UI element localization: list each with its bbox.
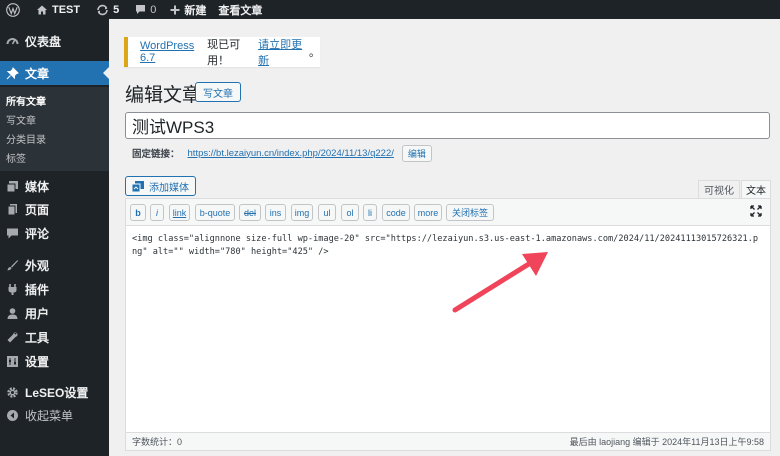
add-media-button[interactable]: 添加媒体 xyxy=(125,176,196,196)
quicktag-link-button[interactable]: link xyxy=(169,204,190,221)
menu-appearance[interactable]: 外观 xyxy=(0,253,109,277)
menu-plugins[interactable]: 插件 xyxy=(0,277,109,301)
media-icon xyxy=(6,180,18,192)
quicktag-blockquote-button[interactable]: b-quote xyxy=(195,204,235,221)
paintbrush-icon xyxy=(7,259,18,270)
wordpress-version-link[interactable]: WordPress 6.7 xyxy=(140,40,207,64)
media-upload-icon xyxy=(131,180,144,192)
menu-posts-label: 文章 xyxy=(25,66,50,81)
permalink-base: https://bt.lezaiyun.cn/index.php/2024/11… xyxy=(187,147,371,159)
quicktag-code-button[interactable]: code xyxy=(382,204,410,221)
site-name-link[interactable]: TEST xyxy=(30,0,86,19)
user-icon xyxy=(7,307,18,319)
pointer-arrow-icon xyxy=(452,252,548,313)
add-media-label: 添加媒体 xyxy=(149,182,189,194)
permalink-end: / xyxy=(391,147,394,159)
menu-appearance-label: 外观 xyxy=(25,258,50,273)
menu-leseo[interactable]: LeSEO设置 xyxy=(0,380,109,404)
permalink-row: 固定链接： https://bt.lezaiyun.cn/index.php/2… xyxy=(132,144,432,162)
quicktag-ol-button[interactable]: ol xyxy=(341,204,359,221)
menu-media-label: 媒体 xyxy=(25,179,50,194)
quicktag-ul-button[interactable]: ul xyxy=(318,204,336,221)
site-name: TEST xyxy=(52,3,81,16)
permalink-edit-button[interactable]: 编辑 xyxy=(401,144,432,162)
quicktag-img-button[interactable]: img xyxy=(291,204,313,221)
fullscreen-toggle-icon[interactable] xyxy=(750,205,762,220)
collapse-menu-button[interactable]: 收起菜单 xyxy=(0,403,109,427)
comments-count: 0 xyxy=(150,3,157,16)
gear-icon xyxy=(7,386,18,398)
word-count: 字数统计：0 xyxy=(132,437,183,447)
permalink-slug: q222 xyxy=(370,147,392,159)
editor-status-bar: 字数统计：0 最后由 laojiang 编辑于 2024年11月13日上午9:5… xyxy=(126,432,770,450)
plug-icon xyxy=(8,283,17,295)
menu-tools[interactable]: 工具 xyxy=(0,325,109,349)
quicktag-del-button[interactable]: del xyxy=(239,204,261,221)
settings-sliders-icon xyxy=(7,355,18,367)
new-content-link[interactable]: 新建 xyxy=(164,0,212,19)
menu-plugins-label: 插件 xyxy=(25,282,50,297)
collapse-menu-label: 收起菜单 xyxy=(25,408,74,423)
quicktag-ins-button[interactable]: ins xyxy=(265,204,286,221)
quicktag-bold-button[interactable]: b xyxy=(130,204,146,221)
menu-tools-label: 工具 xyxy=(25,330,50,345)
menu-dashboard-label: 仪表盘 xyxy=(25,34,62,49)
comments-icon xyxy=(7,228,18,238)
menu-comments[interactable]: 评论 xyxy=(0,221,109,245)
dashboard-icon xyxy=(6,37,19,44)
notice-middle-text: 现已可用！ xyxy=(207,39,241,67)
submenu-all-posts[interactable]: 所有文章 xyxy=(6,93,46,108)
post-title-input[interactable]: 测试WPS3 xyxy=(125,112,770,139)
submenu-add-new[interactable]: 写文章 xyxy=(6,112,36,127)
update-notice: WordPress 6.7 现已可用！ 请立即更新 。 xyxy=(124,37,320,67)
comments-link[interactable]: 0 xyxy=(129,0,162,19)
add-new-post-button[interactable]: 写文章 xyxy=(195,82,241,102)
submenu-tags[interactable]: 标签 xyxy=(6,150,26,165)
tab-visual[interactable]: 可视化 xyxy=(698,180,740,198)
posts-submenu: 所有文章 写文章 分类目录 标签 xyxy=(0,87,109,171)
plus-icon xyxy=(170,5,180,14)
menu-settings[interactable]: 设置 xyxy=(0,349,109,373)
quicktag-italic-button[interactable]: i xyxy=(150,204,164,221)
menu-users-label: 用户 xyxy=(25,306,50,321)
menu-leseo-label: LeSEO设置 xyxy=(25,385,89,400)
updates-link[interactable]: 5 xyxy=(90,0,125,19)
home-icon xyxy=(37,5,47,14)
permalink-label: 固定链接： xyxy=(132,149,180,160)
collapse-arrow-icon xyxy=(7,409,18,421)
menu-users[interactable]: 用户 xyxy=(0,301,109,325)
menu-comments-label: 评论 xyxy=(25,226,50,241)
notice-end-text: 。 xyxy=(309,47,321,59)
update-now-link[interactable]: 请立即更新 xyxy=(258,36,309,68)
quicktag-close-tags-button[interactable]: 关闭标签 xyxy=(446,204,494,221)
view-post-label: 查看文章 xyxy=(218,4,263,17)
permalink-link[interactable]: https://bt.lezaiyun.cn/index.php/2024/11… xyxy=(188,148,394,159)
tab-text[interactable]: 文本 xyxy=(741,180,771,198)
new-label: 新建 xyxy=(184,4,207,17)
menu-pages-label: 页面 xyxy=(25,202,50,217)
wordpress-logo-icon[interactable] xyxy=(2,0,24,19)
menu-media[interactable]: 媒体 xyxy=(0,174,109,198)
last-edited: 最后由 laojiang 编辑于 2024年11月13日上午9:58 xyxy=(569,437,764,447)
page-title: 编辑文章 xyxy=(125,85,202,106)
quicktags-toolbar: b i link b-quote del ins img ul ol li co… xyxy=(126,199,770,226)
quicktag-li-button[interactable]: li xyxy=(363,204,377,221)
menu-dashboard[interactable]: 仪表盘 xyxy=(0,29,109,53)
pushpin-icon xyxy=(6,66,19,79)
admin-sidebar: 仪表盘 文章 所有文章 写文章 分类目录 标签 媒体 页面 评论 外观 插件 用… xyxy=(0,19,109,456)
updates-count: 5 xyxy=(113,3,120,16)
menu-posts[interactable]: 文章 xyxy=(0,61,109,85)
view-post-link[interactable]: 查看文章 xyxy=(212,0,268,19)
text-editor: b i link b-quote del ins img ul ol li co… xyxy=(125,198,771,451)
wrench-icon xyxy=(7,332,18,342)
submenu-categories[interactable]: 分类目录 xyxy=(6,131,46,146)
post-title-value: 测试WPS3 xyxy=(132,118,215,137)
menu-pages[interactable]: 页面 xyxy=(0,197,109,221)
pages-icon xyxy=(7,203,17,215)
admin-bar: TEST 5 0 新建 查看文章 xyxy=(0,0,780,19)
comment-bubble-icon xyxy=(136,5,146,14)
updates-icon xyxy=(97,4,108,15)
menu-settings-label: 设置 xyxy=(25,354,50,369)
quicktag-more-button[interactable]: more xyxy=(414,204,442,221)
